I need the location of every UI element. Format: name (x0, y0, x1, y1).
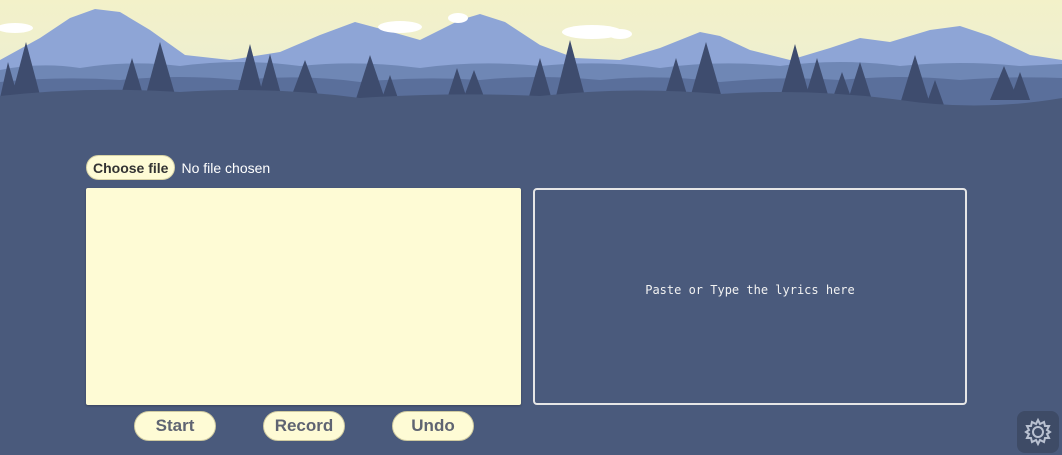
settings-button[interactable] (1017, 411, 1059, 453)
start-button[interactable]: Start (134, 411, 216, 441)
file-status-text: No file chosen (181, 159, 271, 176)
choose-file-button[interactable]: Choose file (86, 155, 176, 180)
record-button[interactable]: Record (263, 411, 345, 441)
undo-button[interactable]: Undo (392, 411, 474, 441)
audio-waveform-panel[interactable] (86, 188, 521, 405)
gear-icon (1024, 417, 1052, 447)
cloud (448, 13, 468, 23)
mountain-forest-banner (0, 0, 1062, 125)
file-input: Choose file No file chosen (86, 154, 270, 181)
cloud (608, 29, 632, 39)
app-page: Choose file No file chosen Start Record … (0, 0, 1062, 455)
cloud (378, 21, 422, 33)
lyrics-input[interactable] (533, 188, 967, 405)
